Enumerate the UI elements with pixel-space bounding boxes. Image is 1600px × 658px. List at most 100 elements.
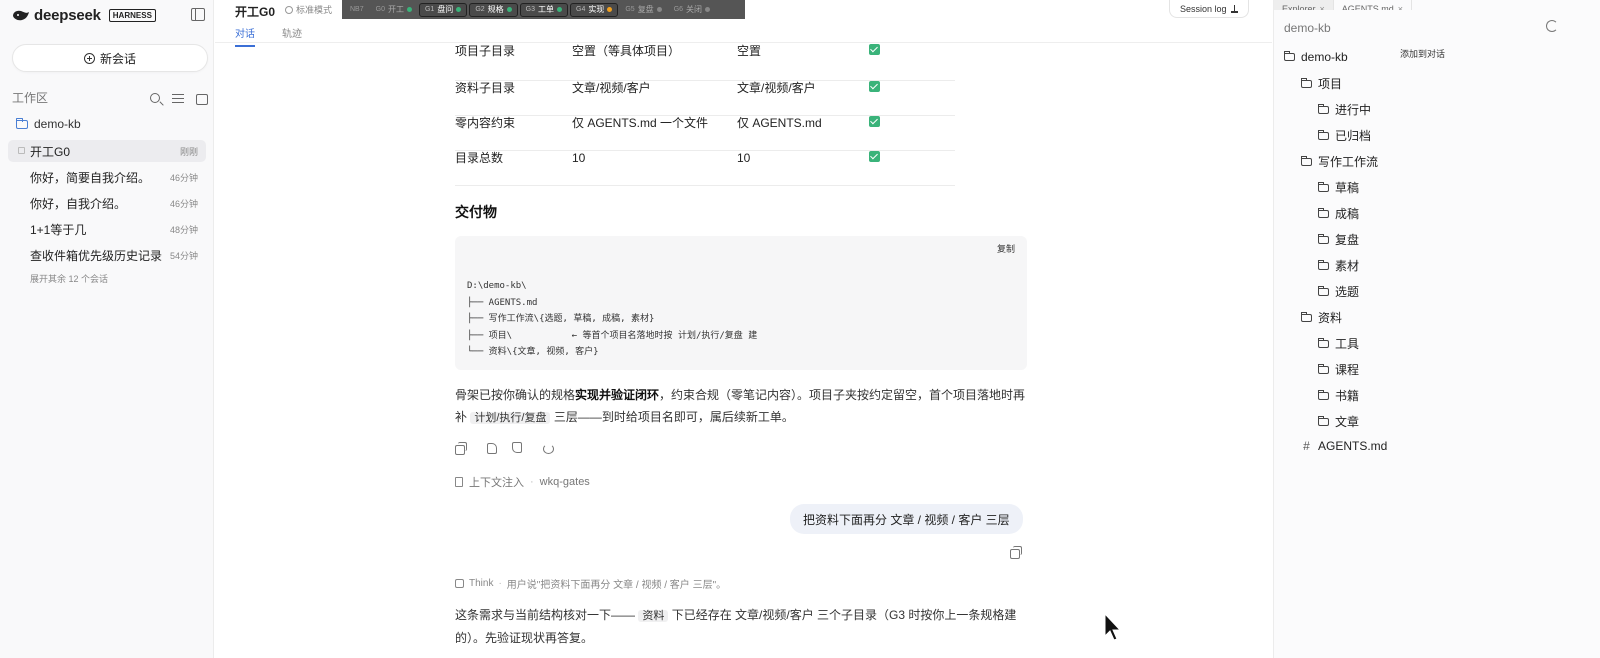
- tree-label: 写作工作流: [1318, 155, 1379, 169]
- session-checkbox[interactable]: [18, 147, 25, 154]
- session-log-button[interactable]: Session log: [1169, 0, 1249, 18]
- bold-text: 实现并验证闭环: [575, 388, 660, 402]
- gate-step[interactable]: G4 实现: [570, 2, 619, 17]
- check-icon: [869, 151, 880, 162]
- tab-explorer[interactable]: Explorer ×: [1274, 0, 1334, 10]
- gate-step[interactable]: G5 复盘: [620, 3, 666, 17]
- expand-more-sessions-link[interactable]: 展开其余 12 个会话: [30, 272, 108, 285]
- gate-id: G5: [625, 6, 635, 13]
- chat-title: 开工G0: [235, 5, 276, 19]
- table-cell: 目录总数: [455, 151, 504, 165]
- explorer-root-label: demo-kb: [1284, 21, 1331, 35]
- gate-status-dot: [456, 7, 462, 12]
- refresh-icon[interactable]: [1546, 20, 1558, 32]
- copy-code-button[interactable]: 复制: [997, 242, 1015, 255]
- tree-folder[interactable]: 素材: [1318, 257, 1359, 274]
- thumbs-up-icon[interactable]: [484, 442, 497, 454]
- tree-folder[interactable]: 已归档: [1318, 127, 1371, 144]
- thumbs-down-icon[interactable]: [513, 442, 525, 454]
- session-item[interactable]: 开工G0 刚刚: [8, 140, 206, 162]
- tree-file[interactable]: # AGENTS.md: [1301, 439, 1387, 453]
- tree-folder[interactable]: 书籍: [1318, 387, 1359, 404]
- gate-step[interactable]: G1 盘问: [418, 2, 468, 17]
- app-window: deepseek HARNESS 新会话 工作区 demo-kb 开工G0 刚刚…: [0, 0, 1600, 658]
- session-item[interactable]: 查收件箱优先级历史记录 54分钟: [8, 244, 206, 266]
- code-line: ├── 项目\ ← 等首个项目名落地时按 计划/执行/复盘 建: [467, 330, 758, 341]
- workspace-label: 工作区: [12, 91, 49, 105]
- tab-agents-md[interactable]: AGENTS.md ×: [1334, 0, 1413, 11]
- tree-folder[interactable]: 成稿: [1318, 205, 1359, 222]
- filter-icon[interactable]: [171, 91, 185, 105]
- session-item[interactable]: 你好，简要自我介绍。 46分钟: [8, 166, 206, 188]
- gate-label: 规格: [487, 5, 504, 14]
- section-heading: 交付物: [455, 204, 497, 220]
- close-icon[interactable]: ×: [1320, 5, 1325, 11]
- session-item[interactable]: 你好，自我介绍。 46分钟: [8, 192, 206, 214]
- inline-code: 资料: [638, 610, 669, 622]
- gate-step[interactable]: G6 关闭: [669, 3, 715, 17]
- sidebar-toggle-icon[interactable]: [191, 8, 205, 21]
- tree-folder[interactable]: 项目: [1301, 75, 1342, 92]
- folder-open-icon: [1301, 155, 1312, 166]
- tab-label: AGENTS.md: [1341, 4, 1394, 11]
- mode-selector[interactable]: 标准模式: [285, 3, 332, 16]
- tree-folder[interactable]: 选题: [1318, 283, 1359, 300]
- add-to-chat-button[interactable]: 添加到对话: [1400, 47, 1445, 60]
- close-icon[interactable]: ×: [1398, 5, 1403, 11]
- tree-folder[interactable]: 资料: [1301, 309, 1342, 326]
- tree-folder[interactable]: 工具: [1318, 335, 1359, 352]
- tree-label: demo-kb: [1301, 50, 1348, 64]
- tree-label: 草稿: [1335, 181, 1360, 195]
- gate-step[interactable]: G2 规格: [469, 2, 518, 17]
- separator: ·: [498, 578, 502, 589]
- table-cell: 文章/视频/客户: [572, 81, 651, 95]
- context-injection[interactable]: 上下文注入 · wkq-gates: [455, 474, 590, 490]
- regenerate-icon[interactable]: [542, 442, 554, 454]
- table-cell: 项目子目录: [455, 44, 516, 58]
- tree-folder[interactable]: 课程: [1318, 361, 1359, 378]
- brand-name: deepseek: [34, 7, 101, 24]
- folder-icon: [1318, 285, 1329, 296]
- think-summary[interactable]: Think · 用户说"把资料下面再分 文章 / 视频 / 客户 三层"。: [455, 576, 726, 591]
- code-block: 复制 D:\demo-kb\ ├── AGENTS.md ├── 写作工作流\{选题…: [455, 236, 1027, 370]
- file-explorer: Explorer × AGENTS.md × demo-kb 添加到对话 dem…: [1273, 0, 1600, 658]
- table-cell: 零内容约束: [455, 116, 516, 130]
- tree-label: AGENTS.md: [1318, 439, 1388, 453]
- tree-label: 进行中: [1335, 103, 1372, 117]
- gate-id: G4: [576, 6, 586, 13]
- download-icon: [1230, 4, 1238, 13]
- folder-icon: [1318, 233, 1329, 244]
- copy-icon[interactable]: [455, 442, 467, 455]
- new-chat-button[interactable]: 新会话: [12, 44, 208, 72]
- gate-id: G2: [475, 6, 485, 13]
- tree-label: 文章: [1335, 415, 1360, 429]
- gate-step[interactable]: G3 工单: [519, 2, 568, 17]
- think-icon: [455, 579, 464, 588]
- tree-label: 已归档: [1335, 129, 1372, 143]
- folder-icon: [1318, 207, 1329, 218]
- text-span: 这条需求与当前结构核对一下——: [455, 608, 636, 622]
- user-message: 把资料下面再分 文章 / 视频 / 客户 三层: [790, 504, 1023, 534]
- folder-icon: [1318, 389, 1329, 400]
- gate-label: 盘问: [437, 5, 454, 14]
- tree-label: 选题: [1335, 285, 1360, 299]
- gate-step[interactable]: NB7: [345, 3, 369, 17]
- new-folder-icon[interactable]: [196, 94, 208, 105]
- tree-folder[interactable]: 文章: [1318, 413, 1359, 430]
- folder-icon: [1318, 181, 1329, 192]
- inline-code: 计划/执行/复盘: [470, 412, 551, 424]
- project-item[interactable]: demo-kb: [16, 117, 81, 131]
- session-item[interactable]: 1+1等于几 48分钟: [8, 218, 206, 240]
- copy-icon[interactable]: [1010, 546, 1022, 559]
- tree-folder[interactable]: 草稿: [1318, 179, 1359, 196]
- gate-step[interactable]: G0 开工: [371, 3, 417, 17]
- search-icon[interactable]: [150, 92, 160, 103]
- text-span: 骨架已按你确认的规格: [455, 388, 576, 402]
- tree-folder[interactable]: 写作工作流: [1301, 153, 1378, 170]
- tree-folder[interactable]: 进行中: [1318, 101, 1371, 118]
- tree-folder[interactable]: demo-kb: [1284, 50, 1348, 64]
- table-cell: 文章/视频/客户: [737, 81, 816, 95]
- markdown-file-icon: #: [1303, 439, 1310, 453]
- session-title: 开工G0: [30, 144, 71, 159]
- tree-folder[interactable]: 复盘: [1318, 231, 1359, 248]
